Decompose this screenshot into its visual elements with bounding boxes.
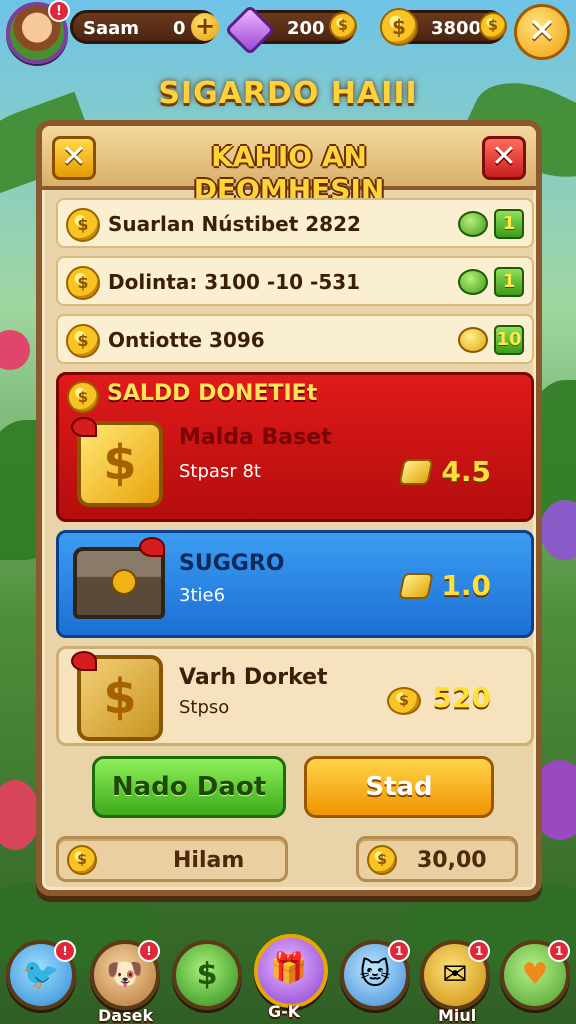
right-field[interactable]: $ 30,00 xyxy=(356,836,518,882)
coin-icon: $ xyxy=(387,687,421,715)
info-row-text: Ontiotte 3096 xyxy=(108,328,265,352)
cash-icon xyxy=(458,269,488,295)
panel-header: ✕ KAHIO AN DEOMHESIN ✕ xyxy=(42,126,536,206)
nav-label: Miul xyxy=(438,1006,477,1024)
offer-price: 520 xyxy=(432,681,491,714)
info-row[interactable]: $ Suarlan Nústibet 2822 1 xyxy=(56,198,534,248)
offer-name: SUGGRO xyxy=(179,551,285,576)
left-field-text: Hilam xyxy=(173,848,245,873)
info-row-tag: 1 xyxy=(494,209,524,239)
coin-icon[interactable]: $ xyxy=(329,12,357,40)
treasure-chest-icon xyxy=(73,547,165,619)
offer-card-red[interactable]: $ SALDD DONETIEt $ Malda Baset Stpasr 8t… xyxy=(56,372,534,522)
offer-subtitle: Stpasr 8t xyxy=(179,461,261,482)
cash-icon xyxy=(458,211,488,237)
gold-gem-icon xyxy=(398,459,434,485)
info-row-tag: 1 xyxy=(494,267,524,297)
coin-icon: $ xyxy=(367,845,397,875)
avatar-alert-badge: ! xyxy=(48,0,70,22)
nav-bird[interactable]: 🐦 ! xyxy=(6,940,76,1010)
shop-panel: ✕ KAHIO AN DEOMHESIN ✕ $ Suarlan Nústibe… xyxy=(36,120,542,896)
coin-icon xyxy=(458,327,488,353)
nav-badge: 1 xyxy=(468,940,490,962)
coin-icon: $ xyxy=(67,381,99,413)
nav-badge: 1 xyxy=(388,940,410,962)
nav-shop[interactable]: 🎁 G-K xyxy=(254,934,328,1021)
cash-icon: $ xyxy=(196,957,218,992)
info-row-tag: 10 xyxy=(494,325,524,355)
offer-price: 4.5 xyxy=(441,455,491,488)
coin-amount: 3800 xyxy=(431,18,482,39)
panel-title: KAHIO AN DEOMHESIN xyxy=(193,140,385,206)
coin-icon: $ xyxy=(66,266,100,300)
start-button[interactable]: Stad xyxy=(304,756,494,818)
offer-subtitle: 3tie6 xyxy=(179,585,226,606)
coin-icon: $ xyxy=(67,845,97,875)
offer-card-blue[interactable]: SUGGRO 3tie6 1.0 xyxy=(56,530,534,638)
coin-icon: $ xyxy=(66,324,100,358)
bottom-nav: 🐦 ! 🐶 ! Dasek $ 🎁 G-K 🐱 1 ✉ 1 Miul ♥ 1 xyxy=(0,930,576,1024)
coin-icon[interactable]: $ xyxy=(479,12,507,40)
offer-price: 1.0 xyxy=(441,569,491,602)
nav-label: Dasek xyxy=(98,1006,154,1024)
player-value: 0 xyxy=(173,18,186,39)
info-row-text: Suarlan Nústibet 2822 xyxy=(108,212,361,236)
green-action-button[interactable]: Nado Daot xyxy=(92,756,286,818)
top-resource-bar: ! Saam 0 + 200 $ 3800 $ $ ✕ xyxy=(0,0,576,64)
offer-name: Varh Dorket xyxy=(179,665,328,690)
right-field-text: 30,00 xyxy=(417,848,487,873)
plus-icon[interactable]: + xyxy=(191,13,219,41)
ribbon-icon xyxy=(71,417,97,437)
nav-pet[interactable]: 🐶 ! Dasek xyxy=(90,940,160,1024)
player-name: Saam xyxy=(83,18,140,39)
gold-gem-icon xyxy=(398,573,434,599)
offer-card-cream[interactable]: $ Varh Dorket Stpso $ 520 xyxy=(56,646,534,746)
ribbon-icon xyxy=(139,537,165,557)
nav-badge: ! xyxy=(54,940,76,962)
gift-icon: 🎁 xyxy=(270,951,308,986)
coin-stack-icon: $ xyxy=(380,8,418,46)
offer-name: Malda Baset xyxy=(179,425,332,450)
nav-label: G-K xyxy=(268,1002,301,1021)
screen-title: SIGARDO HAIII xyxy=(158,76,418,111)
player-name-pill: Saam 0 + xyxy=(70,10,219,44)
info-row[interactable]: $ Dolinta: 3100 -10 -531 1 xyxy=(56,256,534,306)
coin-icon: $ xyxy=(66,208,100,242)
close-icon[interactable]: ✕ xyxy=(52,136,96,180)
close-icon[interactable]: ✕ xyxy=(514,4,570,60)
nav-heart[interactable]: ♥ 1 xyxy=(500,940,570,1010)
offer-subtitle: Stpso xyxy=(179,697,230,718)
gem-amount: 200 xyxy=(287,18,325,39)
left-field[interactable]: $ Hilam xyxy=(56,836,288,882)
close-button[interactable]: ✕ xyxy=(482,136,526,180)
ribbon-icon xyxy=(71,651,97,671)
nav-badge: ! xyxy=(138,940,160,962)
info-row[interactable]: $ Ontiotte 3096 10 xyxy=(56,314,534,364)
nav-badge: 1 xyxy=(548,940,570,962)
nav-mail[interactable]: ✉ 1 Miul xyxy=(420,940,490,1024)
info-row-text: Dolinta: 3100 -10 -531 xyxy=(108,270,361,294)
nav-cash[interactable]: $ xyxy=(172,940,242,1010)
offer-section-title: SALDD DONETIEt xyxy=(107,381,318,406)
nav-cat[interactable]: 🐱 1 xyxy=(340,940,410,1010)
